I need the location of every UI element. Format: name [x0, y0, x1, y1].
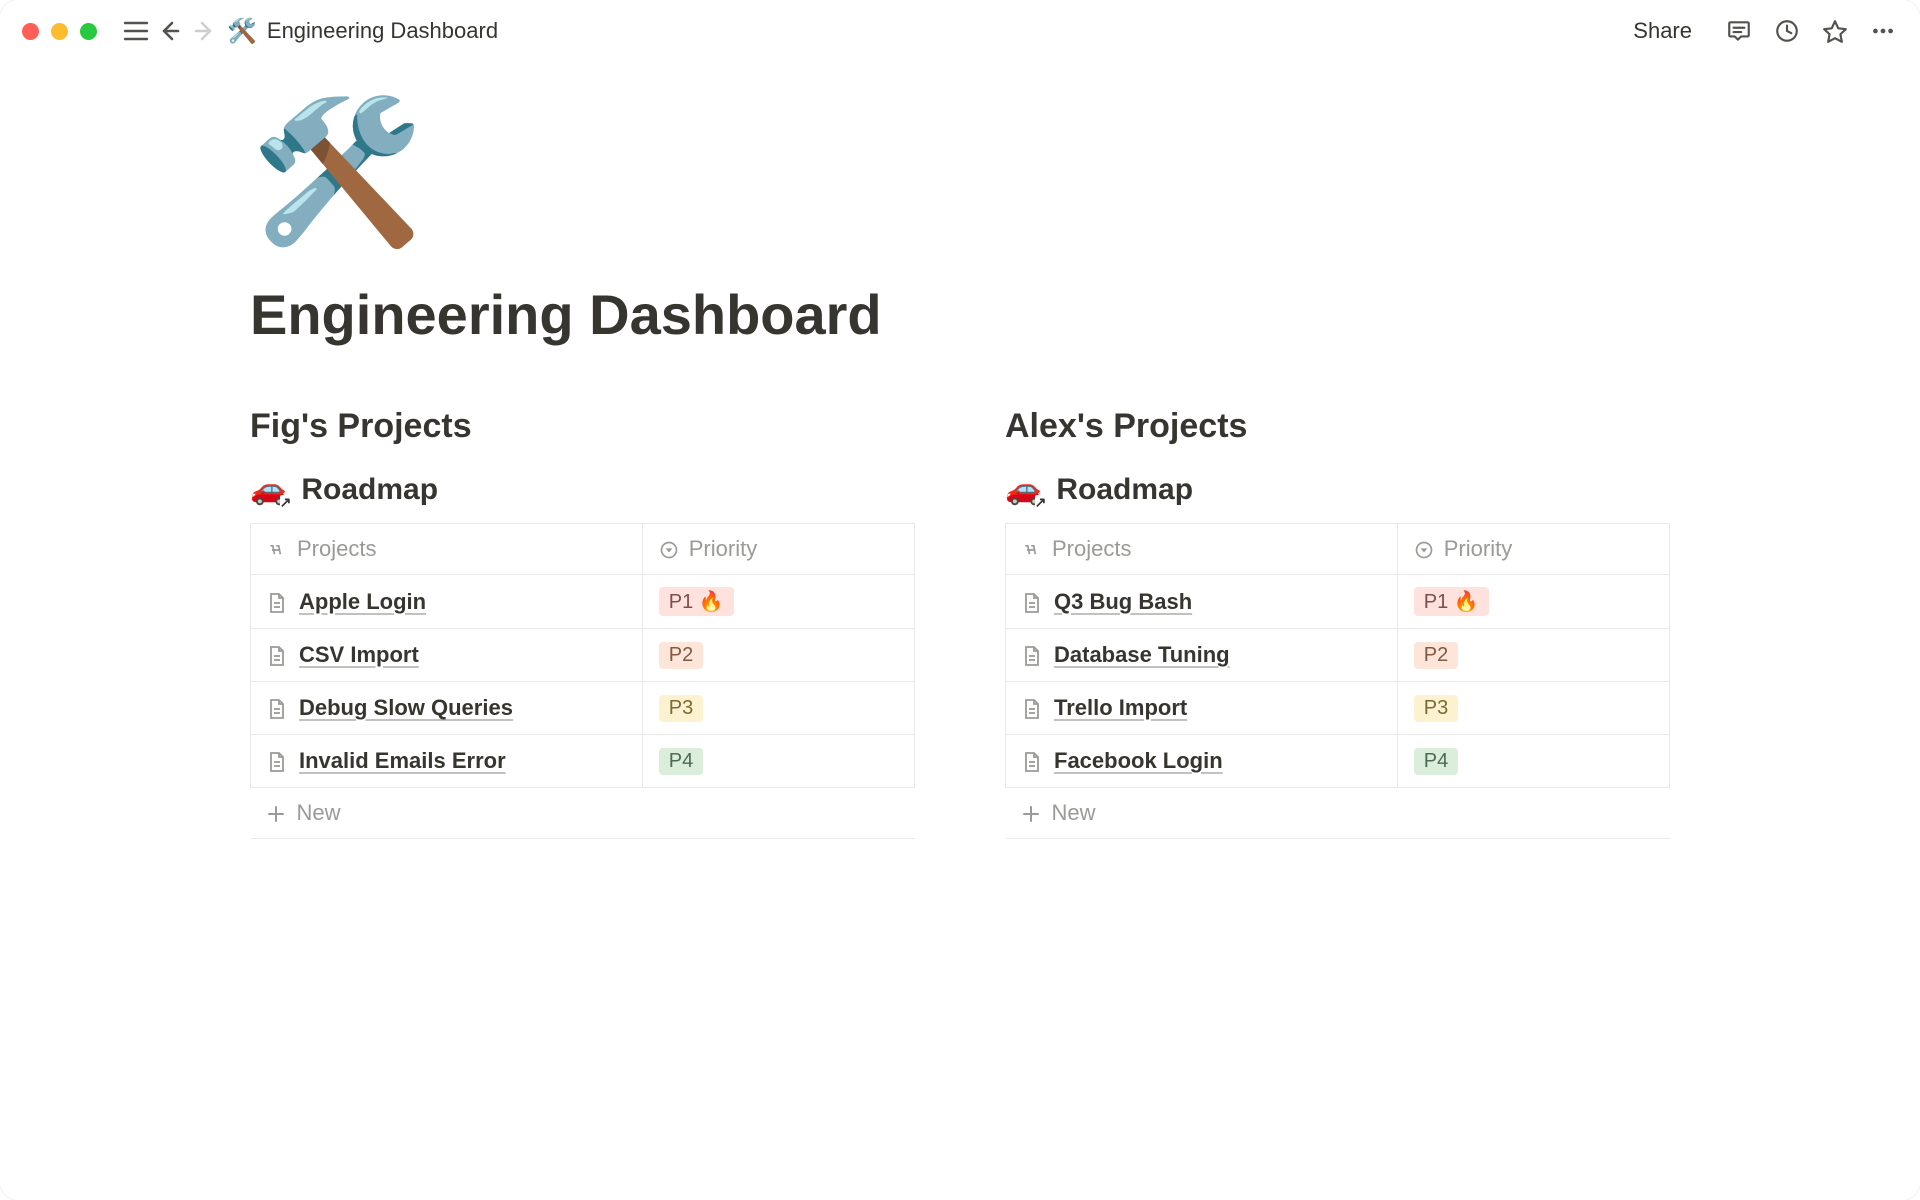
- table-row[interactable]: Debug Slow Queries P3: [251, 682, 915, 735]
- page-icon: [267, 751, 287, 773]
- projects-table: Projects Priority Q3 Bug Bash P1 🔥: [1005, 523, 1670, 839]
- row-title: Facebook Login: [1054, 748, 1223, 773]
- column-header-priority[interactable]: Priority: [642, 524, 914, 575]
- share-button[interactable]: Share: [1633, 18, 1692, 44]
- table-row[interactable]: Database Tuning P2: [1006, 629, 1670, 682]
- new-row-button[interactable]: New: [1006, 788, 1670, 839]
- table-row[interactable]: CSV Import P2: [251, 629, 915, 682]
- column-fig: Fig's Projects 🚗 ↗ Roadmap Projects: [250, 407, 915, 839]
- priority-badge[interactable]: P3: [1414, 695, 1458, 722]
- row-title: Invalid Emails Error: [299, 748, 506, 773]
- window-zoom-button[interactable]: [80, 23, 97, 40]
- page-icon: [1022, 645, 1042, 667]
- columns: Fig's Projects 🚗 ↗ Roadmap Projects: [250, 407, 1670, 839]
- car-icon: 🚗 ↗: [250, 472, 287, 507]
- row-title: Q3 Bug Bash: [1054, 589, 1192, 614]
- priority-badge[interactable]: P2: [659, 642, 703, 669]
- projects-table: Projects Priority Apple Login P1 🔥: [250, 523, 915, 839]
- linked-db-heading[interactable]: 🚗 ↗ Roadmap: [1005, 472, 1670, 523]
- column-heading[interactable]: Alex's Projects: [1005, 407, 1670, 446]
- nav-back-icon[interactable]: [153, 14, 187, 48]
- page-icon: [1022, 592, 1042, 614]
- select-property-icon: [1414, 540, 1434, 560]
- breadcrumb[interactable]: 🛠️ Engineering Dashboard: [227, 17, 498, 46]
- table-row[interactable]: Q3 Bug Bash P1 🔥: [1006, 575, 1670, 629]
- topbar-actions: Share: [1633, 16, 1898, 46]
- column-header-priority[interactable]: Priority: [1397, 524, 1669, 575]
- title-property-icon: [1022, 540, 1042, 560]
- linked-db-heading[interactable]: 🚗 ↗ Roadmap: [250, 472, 915, 523]
- priority-badge[interactable]: P4: [1414, 748, 1458, 775]
- plus-icon: [1022, 805, 1040, 823]
- row-title: CSV Import: [299, 642, 419, 667]
- row-title: Apple Login: [299, 589, 426, 614]
- new-row-button[interactable]: New: [251, 788, 915, 839]
- table-row[interactable]: Apple Login P1 🔥: [251, 575, 915, 629]
- title-property-icon: [267, 540, 287, 560]
- page-icon: [1022, 698, 1042, 720]
- priority-badge[interactable]: P2: [1414, 642, 1458, 669]
- priority-badge[interactable]: P1 🔥: [659, 587, 734, 616]
- topbar: 🛠️ Engineering Dashboard Share: [0, 0, 1920, 62]
- table-row[interactable]: Trello Import P3: [1006, 682, 1670, 735]
- breadcrumb-page-icon: 🛠️: [227, 17, 257, 46]
- sidebar-toggle-icon[interactable]: [119, 14, 153, 48]
- row-title: Database Tuning: [1054, 642, 1230, 667]
- column-header-projects[interactable]: Projects: [1006, 524, 1398, 575]
- window-minimize-button[interactable]: [51, 23, 68, 40]
- column-header-projects[interactable]: Projects: [251, 524, 643, 575]
- more-menu-icon[interactable]: [1868, 16, 1898, 46]
- column-alex: Alex's Projects 🚗 ↗ Roadmap Projects: [1005, 407, 1670, 839]
- car-icon: 🚗 ↗: [1005, 472, 1042, 507]
- table-row[interactable]: Invalid Emails Error P4: [251, 735, 915, 788]
- column-heading[interactable]: Fig's Projects: [250, 407, 915, 446]
- comments-icon[interactable]: [1724, 16, 1754, 46]
- priority-badge[interactable]: P1 🔥: [1414, 587, 1489, 616]
- plus-icon: [267, 805, 285, 823]
- window-controls: [22, 23, 97, 40]
- page-body: 🛠️ Engineering Dashboard Fig's Projects …: [0, 62, 1920, 839]
- page-icon: [267, 698, 287, 720]
- breadcrumb-title: Engineering Dashboard: [267, 18, 498, 44]
- row-title: Trello Import: [1054, 695, 1187, 720]
- page-icon[interactable]: 🛠️: [250, 102, 1670, 242]
- priority-badge[interactable]: P4: [659, 748, 703, 775]
- table-row[interactable]: Facebook Login P4: [1006, 735, 1670, 788]
- updates-clock-icon[interactable]: [1772, 16, 1802, 46]
- priority-badge[interactable]: P3: [659, 695, 703, 722]
- page-icon: [267, 592, 287, 614]
- link-arrow-icon: ↗: [280, 495, 292, 509]
- row-title: Debug Slow Queries: [299, 695, 513, 720]
- page-icon: [267, 645, 287, 667]
- select-property-icon: [659, 540, 679, 560]
- favorite-star-icon[interactable]: [1820, 16, 1850, 46]
- linked-db-title: Roadmap: [301, 473, 438, 507]
- page-icon: [1022, 751, 1042, 773]
- window-close-button[interactable]: [22, 23, 39, 40]
- link-arrow-icon: ↗: [1035, 495, 1047, 509]
- page-title[interactable]: Engineering Dashboard: [250, 282, 1670, 347]
- nav-forward-icon: [187, 14, 221, 48]
- linked-db-title: Roadmap: [1056, 473, 1193, 507]
